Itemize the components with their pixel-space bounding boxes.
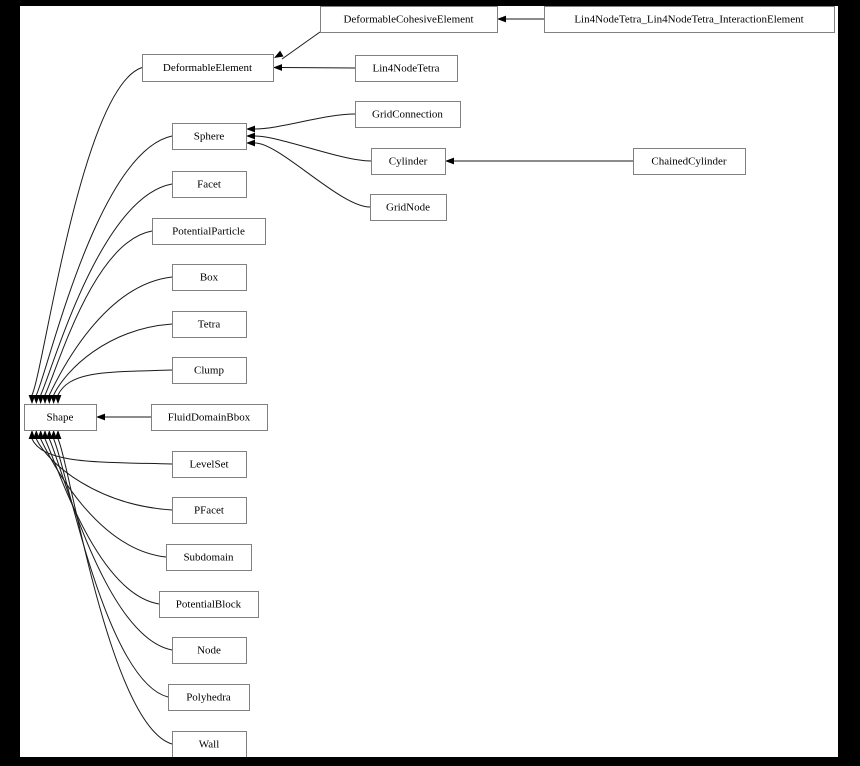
node-label-grid_node: GridNode bbox=[386, 202, 430, 214]
edge-e-cl-sh bbox=[57, 369, 173, 396]
node-label-subdomain: Subdomain bbox=[183, 552, 234, 564]
node-label-pfacet: PFacet bbox=[194, 505, 224, 517]
node-label-polyhedra: Polyhedra bbox=[186, 692, 231, 704]
arrowhead-e-cy-sp bbox=[246, 132, 255, 140]
node-label-fluid_domain_bbox: FluidDomainBbox bbox=[168, 412, 251, 424]
arrowhead-e-gn-sp bbox=[246, 139, 255, 147]
node-label-sphere: Sphere bbox=[194, 131, 225, 143]
edge-e-po-sh bbox=[53, 438, 169, 698]
node-lin4_interaction[interactable]: Lin4NodeTetra_Lin4NodeTetra_InteractionE… bbox=[544, 6, 835, 33]
node-shape[interactable]: Shape bbox=[24, 404, 97, 431]
inheritance-diagram: DeformableCohesiveElement Lin4NodeTetra_L… bbox=[24, 6, 835, 758]
node-label-deformable_element: DeformableElement bbox=[163, 62, 252, 74]
arrowhead-e-wa-sh bbox=[54, 430, 62, 439]
node-polyhedra[interactable]: Polyhedra bbox=[168, 684, 250, 711]
node-layer: DeformableCohesiveElement Lin4NodeTetra_L… bbox=[24, 6, 835, 758]
node-level_set[interactable]: LevelSet bbox=[172, 451, 247, 478]
node-potential_particle[interactable]: PotentialParticle bbox=[152, 218, 266, 245]
node-label-chained_cylinder: ChainedCylinder bbox=[651, 156, 726, 168]
node-fluid_domain_bbox[interactable]: FluidDomainBbox bbox=[151, 404, 268, 431]
node-tetra[interactable]: Tetra bbox=[172, 311, 247, 338]
arrowhead-e-fd-sh bbox=[96, 413, 105, 421]
node-chained_cylinder[interactable]: ChainedCylinder bbox=[633, 148, 746, 175]
node-grid_node[interactable]: GridNode bbox=[370, 194, 447, 221]
node-sphere[interactable]: Sphere bbox=[172, 123, 247, 150]
edge-e-de-sh bbox=[31, 67, 143, 396]
node-facet[interactable]: Facet bbox=[172, 171, 247, 198]
node-label-tetra: Tetra bbox=[198, 319, 221, 331]
edge-e-te-sh bbox=[53, 323, 173, 396]
node-label-grid_connection: GridConnection bbox=[372, 109, 443, 121]
node-deformable_cohesive_element[interactable]: DeformableCohesiveElement bbox=[320, 6, 498, 33]
arrowhead-e-l4i-dce bbox=[497, 15, 506, 23]
node-label-box: Box bbox=[200, 272, 219, 284]
edge-layer bbox=[28, 15, 633, 745]
node-node[interactable]: Node bbox=[172, 637, 247, 664]
arrowhead-e-gc-sp bbox=[246, 125, 255, 133]
node-deformable_element[interactable]: DeformableElement bbox=[142, 54, 274, 82]
node-potential_block[interactable]: PotentialBlock bbox=[159, 591, 259, 618]
node-label-potential_particle: PotentialParticle bbox=[172, 226, 245, 238]
arrowhead-e-l4t-de bbox=[273, 64, 282, 71]
node-cylinder[interactable]: Cylinder bbox=[371, 148, 446, 175]
edge-e-gn-sp bbox=[254, 142, 371, 208]
edge-e-dce-de bbox=[281, 31, 321, 60]
edge-e-pf-sh bbox=[35, 438, 173, 511]
node-label-node: Node bbox=[197, 645, 221, 657]
edge-e-fa-sh bbox=[40, 183, 173, 396]
node-label-cylinder: Cylinder bbox=[389, 156, 428, 168]
node-grid_connection[interactable]: GridConnection bbox=[355, 101, 461, 128]
edge-e-l4t-de bbox=[281, 67, 356, 69]
node-box[interactable]: Box bbox=[172, 264, 247, 291]
node-label-deformable_cohesive_element: DeformableCohesiveElement bbox=[343, 14, 473, 26]
edge-e-gc-sp bbox=[254, 113, 356, 130]
arrowhead-e-cc-cy bbox=[445, 157, 454, 165]
arrowhead-e-cl-sh bbox=[54, 395, 62, 404]
node-label-level_set: LevelSet bbox=[189, 459, 228, 471]
node-label-lin4_interaction: Lin4NodeTetra_Lin4NodeTetra_InteractionE… bbox=[574, 14, 803, 26]
image-frame: DeformableCohesiveElement Lin4NodeTetra_L… bbox=[0, 0, 860, 766]
edge-e-no-sh bbox=[48, 438, 173, 651]
node-label-potential_block: PotentialBlock bbox=[176, 599, 242, 611]
node-lin4_node_tetra[interactable]: Lin4NodeTetra bbox=[355, 55, 458, 82]
node-label-wall: Wall bbox=[199, 739, 220, 751]
arrowhead-e-dce-de bbox=[274, 50, 284, 58]
node-clump[interactable]: Clump bbox=[172, 357, 247, 384]
node-label-clump: Clump bbox=[194, 365, 224, 377]
edge-e-bo-sh bbox=[48, 276, 173, 396]
node-label-facet: Facet bbox=[197, 179, 221, 191]
node-subdomain[interactable]: Subdomain bbox=[166, 544, 252, 571]
node-pfacet[interactable]: PFacet bbox=[172, 497, 247, 524]
node-label-shape: Shape bbox=[47, 412, 74, 424]
node-label-lin4_node_tetra: Lin4NodeTetra bbox=[372, 63, 439, 75]
edge-e-sp-sh bbox=[35, 135, 173, 396]
diagram-canvas: DeformableCohesiveElement Lin4NodeTetra_L… bbox=[20, 6, 838, 757]
edge-e-wa-sh bbox=[57, 438, 173, 745]
node-wall[interactable]: Wall bbox=[172, 731, 247, 758]
